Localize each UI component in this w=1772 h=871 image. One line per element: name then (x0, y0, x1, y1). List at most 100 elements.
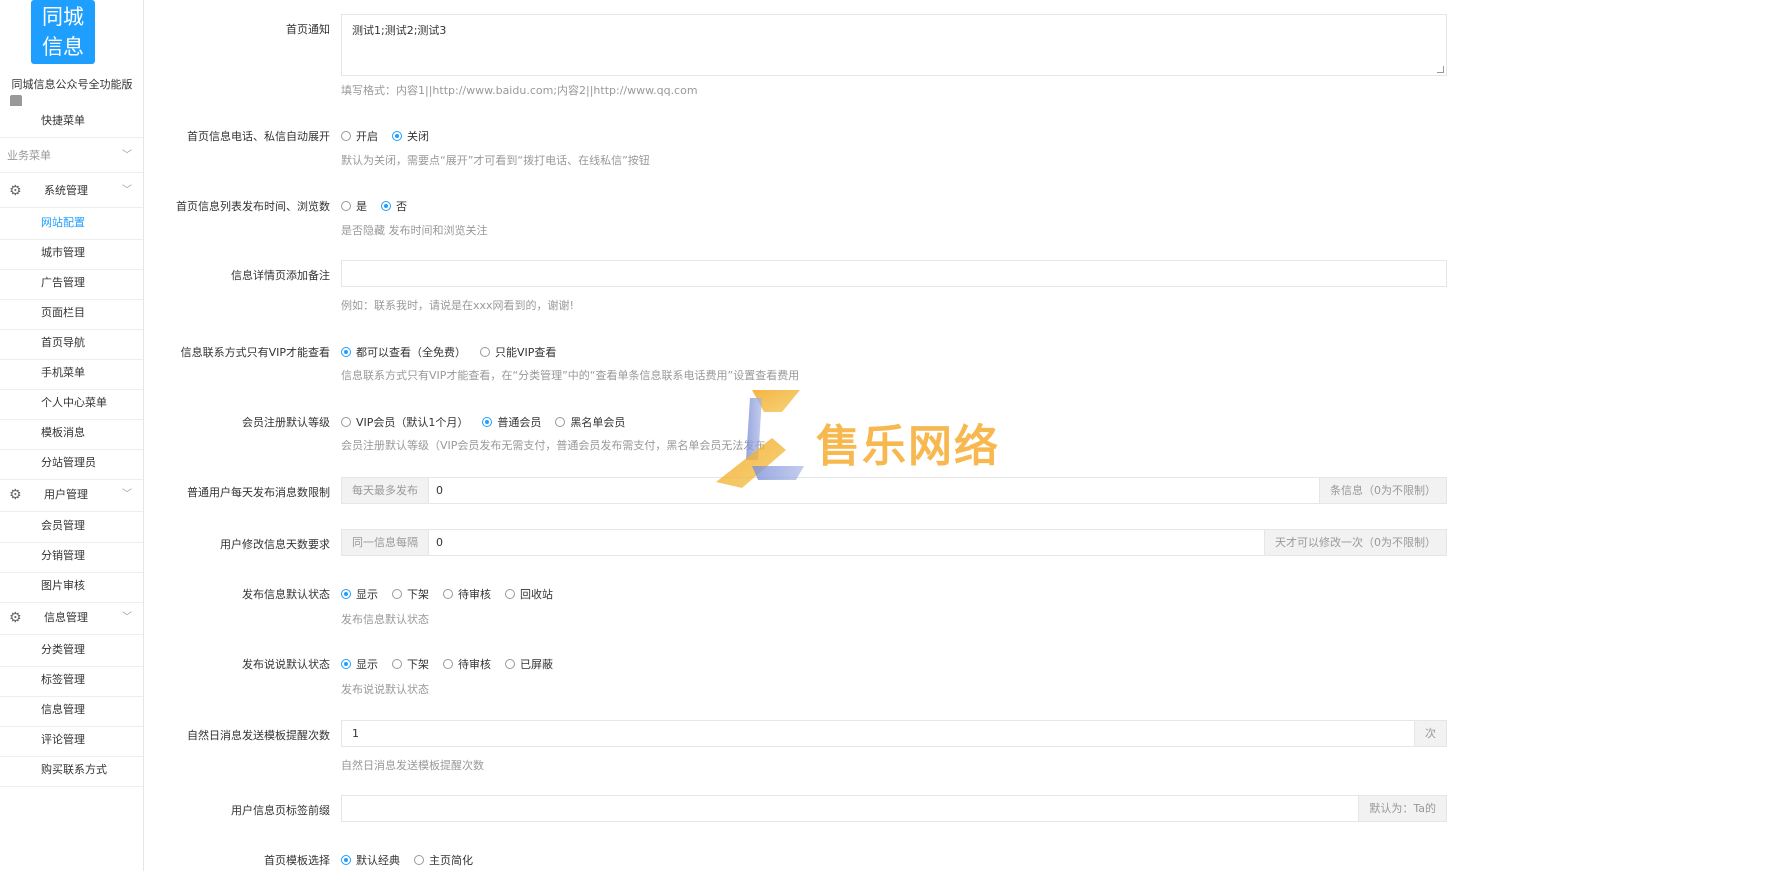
remind-times-label: 自然日消息发送模板提醒次数 (187, 729, 330, 742)
list-time-hint: 是否隐藏 发布时间和浏览关注 (341, 224, 488, 237)
sidebar-item-profile-menu[interactable]: 个人中心菜单 (0, 386, 143, 420)
chevron-down-icon: ﹀ (122, 185, 132, 196)
sidebar-section-business[interactable]: 业务菜单 ﹀ (0, 139, 143, 173)
sidebar-item-mobile-menu[interactable]: 手机菜单 (0, 356, 143, 390)
radio-circle (341, 417, 351, 427)
sidebar-item-buy-contact[interactable]: 购买联系方式 (0, 753, 143, 787)
daily-limit-prefix: 每天最多发布 (342, 478, 429, 503)
talk-status-off-radio[interactable]: 下架 (392, 656, 429, 672)
radio-circle (414, 855, 424, 865)
radio-circle (392, 589, 402, 599)
member-level-normal-radio[interactable]: 普通会员 (482, 414, 541, 430)
remind-times-input[interactable]: 1 次 (341, 720, 1447, 747)
daily-limit-value: 0 (436, 484, 443, 497)
sidebar-item-city[interactable]: 城市管理 (0, 236, 143, 270)
radio-circle (341, 201, 351, 211)
radio-circle (443, 659, 453, 669)
list-time-label: 首页信息列表发布时间、浏览数 (176, 200, 330, 213)
talk-status-label: 发布说说默认状态 (242, 658, 330, 671)
auto-expand-off-radio[interactable]: 关闭 (392, 128, 429, 144)
radio-circle (392, 659, 402, 669)
chevron-down-icon: ﹀ (122, 489, 132, 500)
sidebar-item-tags[interactable]: 标签管理 (0, 663, 143, 697)
site-logo[interactable]: 同城 信息 (31, 0, 95, 64)
sidebar-item-branch-admin[interactable]: 分站管理员 (0, 446, 143, 480)
sidebar-item-ads[interactable]: 广告管理 (0, 266, 143, 300)
gear-icon: ⚙ (9, 487, 22, 503)
member-level-blacklist-radio[interactable]: 黑名单会员 (555, 414, 625, 430)
auto-expand-radios: 开启 关闭 (341, 128, 443, 144)
list-time-yes-radio[interactable]: 是 (341, 198, 367, 214)
daily-limit-label: 普通用户每天发布消息数限制 (187, 486, 330, 499)
auto-expand-hint: 默认为关闭，需要点“展开”才可看到“拨打电话、在线私信”按钮 (341, 154, 650, 167)
notice-value: 测试1;测试2;测试3 (352, 24, 447, 37)
talk-status-hint: 发布说说默认状态 (341, 683, 429, 696)
edit-days-input[interactable]: 同一信息每隔 0 天才可以修改一次（0为不限制） (341, 529, 1447, 556)
daily-limit-input[interactable]: 每天最多发布 0 条信息（0为不限制） (341, 477, 1447, 504)
sidebar-item-info[interactable]: 信息管理 (0, 693, 143, 727)
notice-hint: 填写格式：内容1||http://www.baidu.com;内容2||http… (341, 84, 698, 97)
sidebar-group-info[interactable]: ⚙ 信息管理 ﹀ (0, 601, 143, 635)
remind-times-suffix: 次 (1414, 721, 1446, 746)
radio-circle (480, 347, 490, 357)
post-status-pending-radio[interactable]: 待审核 (443, 586, 491, 602)
sidebar-group-users[interactable]: ⚙ 用户管理 ﹀ (0, 478, 143, 512)
home-template-simple-radio[interactable]: 主页简化 (414, 852, 473, 868)
chevron-down-icon: ﹀ (122, 150, 132, 161)
member-level-hint: 会员注册默认等级（VIP会员发布无需支付，普通会员发布需支付，黑名单会员无法发布 (341, 439, 766, 452)
sidebar-item-category[interactable]: 分类管理 (0, 633, 143, 667)
talk-status-blocked-radio[interactable]: 已屏蔽 (505, 656, 553, 672)
home-template-radios: 默认经典 主页简化 (341, 852, 487, 868)
post-status-radios: 显示 下架 待审核 回收站 (341, 586, 567, 602)
sidebar-item-home-nav[interactable]: 首页导航 (0, 326, 143, 360)
notice-textarea[interactable]: 测试1;测试2;测试3 (341, 14, 1447, 76)
sidebar-item-members[interactable]: 会员管理 (0, 509, 143, 543)
sidebar-item-distribution[interactable]: 分销管理 (0, 539, 143, 573)
edit-days-prefix: 同一信息每隔 (342, 530, 429, 555)
radio-circle (555, 417, 566, 427)
list-time-radios: 是 否 (341, 198, 421, 214)
list-time-no-radio[interactable]: 否 (381, 198, 407, 214)
radio-circle-checked (341, 347, 351, 357)
auto-expand-on-radio[interactable]: 开启 (341, 128, 378, 144)
detail-note-input[interactable] (341, 260, 1447, 287)
post-status-show-radio[interactable]: 显示 (341, 586, 378, 602)
site-name: 同城信息公众号全功能版 (11, 78, 133, 91)
tag-prefix-input[interactable]: 默认为：Ta的 (341, 795, 1447, 822)
sidebar-item-comments[interactable]: 评论管理 (0, 723, 143, 757)
radio-circle-checked (392, 131, 402, 141)
resize-grip-icon[interactable] (1437, 66, 1444, 73)
detail-note-hint: 例如：联系我时，请说是在xxx网看到的，谢谢! (341, 299, 574, 312)
post-status-trash-radio[interactable]: 回收站 (505, 586, 553, 602)
gear-icon: ⚙ (9, 610, 22, 626)
edit-days-value: 0 (436, 536, 443, 549)
home-template-classic-radio[interactable]: 默认经典 (341, 852, 400, 868)
sidebar-item-template-msg[interactable]: 模板消息 (0, 416, 143, 450)
logo-line1: 同城 (42, 5, 84, 29)
talk-status-radios: 显示 下架 待审核 已屏蔽 (341, 656, 567, 672)
sidebar-item-quick-menu[interactable]: 快捷菜单 (0, 104, 143, 138)
sidebar-item-columns[interactable]: 页面栏目 (0, 296, 143, 330)
vip-contact-free-radio[interactable]: 都可以查看（全免费） (341, 344, 466, 360)
logo-line2: 信息 (42, 35, 84, 59)
sidebar-item-site-config[interactable]: 网站配置 (0, 206, 143, 240)
sidebar-item-image-review[interactable]: 图片审核 (0, 569, 143, 603)
remind-times-hint: 自然日消息发送模板提醒次数 (341, 759, 484, 772)
member-level-vip-radio[interactable]: VIP会员（默认1个月） (341, 414, 468, 430)
vip-contact-radios: 都可以查看（全免费） 只能VIP查看 (341, 344, 570, 360)
vip-contact-vip-radio[interactable]: 只能VIP查看 (480, 344, 556, 360)
radio-circle-checked (341, 589, 351, 599)
member-level-radios: VIP会员（默认1个月） 普通会员 黑名单会员 (341, 414, 639, 430)
auto-expand-label: 首页信息电话、私信自动展开 (187, 130, 330, 143)
remind-times-value: 1 (352, 727, 359, 740)
post-status-off-radio[interactable]: 下架 (392, 586, 429, 602)
radio-circle (443, 589, 453, 599)
sidebar-group-system[interactable]: ⚙ 系统管理 ﹀ (0, 174, 143, 208)
radio-circle-checked (482, 417, 493, 427)
gear-icon: ⚙ (9, 183, 22, 199)
edit-days-suffix: 天才可以修改一次（0为不限制） (1264, 530, 1446, 555)
talk-status-pending-radio[interactable]: 待审核 (443, 656, 491, 672)
daily-limit-suffix: 条信息（0为不限制） (1319, 478, 1446, 503)
talk-status-show-radio[interactable]: 显示 (341, 656, 378, 672)
radio-circle-checked (381, 201, 391, 211)
